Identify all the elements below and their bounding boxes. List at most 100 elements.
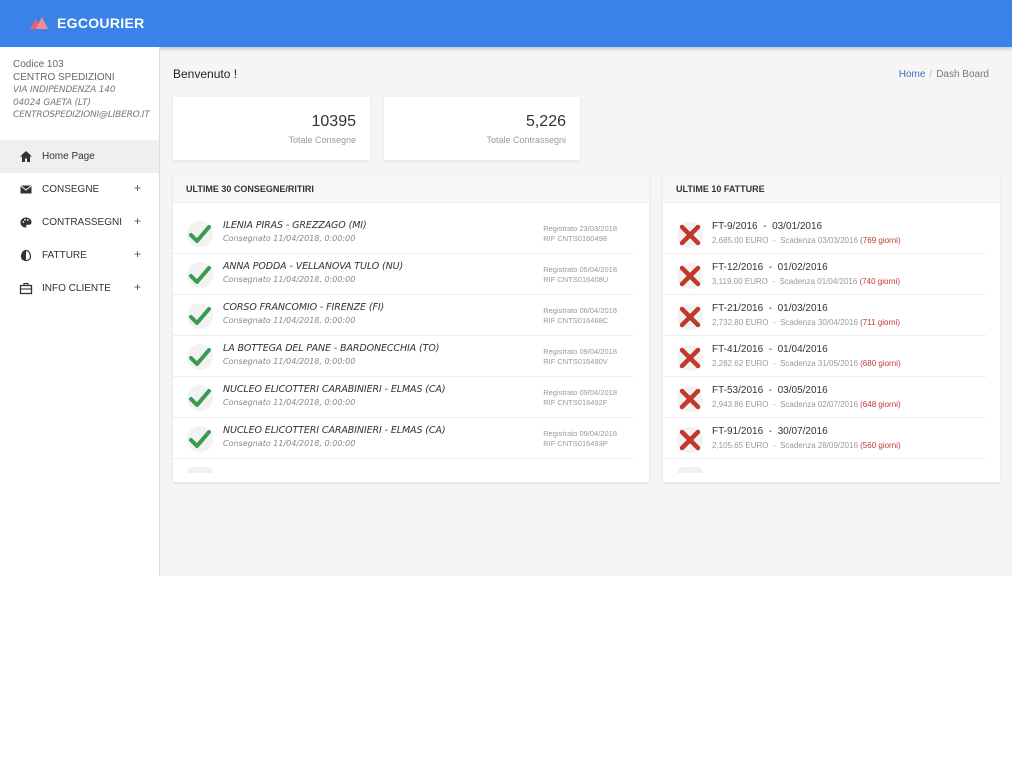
recipient-name: LA BOTTEGA DEL PANE - BARDONECCHIA (TO) [223, 343, 440, 354]
sub-separator: - [772, 277, 776, 286]
invoice-row[interactable]: FT-41/2016 - 01/04/2016 2,282.62 EURO - S… [663, 336, 986, 377]
delivery-status: Consegnato 11/04/2018, 0:00:00 [223, 234, 356, 243]
sub-separator: - [772, 441, 776, 450]
check-icon [187, 303, 213, 329]
sidebar-item-home-page[interactable]: Home Page [0, 140, 159, 173]
contrast-icon [19, 249, 33, 262]
registered-date: Registrato 23/03/2018 [543, 224, 617, 233]
stat-card-cod: 5,226 Totale Contrassegni [384, 97, 580, 160]
invoices-list: FT-9/2016 - 03/01/2016 2,685.00 EURO - Sc… [663, 213, 1000, 473]
invoice-date: 01/04/2016 [777, 344, 828, 355]
delivery-status: Consegnato 11/04/2018, 0:00:00 [223, 275, 356, 284]
brand-name[interactable]: EGCOURIER [57, 15, 145, 31]
breadcrumb-current: Dash Board [936, 69, 989, 80]
list-fade [677, 467, 703, 473]
delivery-row[interactable]: ILENIA PIRAS - GREZZAGO (MI) Consegnato 1… [173, 213, 633, 254]
delivery-status: Consegnato 11/04/2018, 0:00:00 [223, 398, 356, 407]
invoice-number: FT-41/2016 [712, 344, 764, 355]
delivery-row[interactable]: NUCLEO ELICOTTERI CARABINIERI - ELMAS (C… [173, 418, 633, 459]
sidebar-item-label: Home Page [42, 151, 95, 162]
client-address: VIA INDIPENDENZA 140 [13, 85, 116, 95]
sidebar-item-fatture[interactable]: FATTURE + [0, 239, 159, 272]
invoice-row[interactable]: FT-53/2016 - 03/05/2016 2,943.86 EURO - S… [663, 377, 986, 418]
delivery-row[interactable]: LA BOTTEGA DEL PANE - BARDONECCHIA (TO) C… [173, 336, 633, 377]
title-separator: - [768, 426, 773, 437]
invoice-details: 2,732.80 EURO - Scadenza 30/04/2016 (711… [712, 318, 900, 327]
invoice-amount: 3,119.00 EURO [712, 277, 768, 286]
sidebar-item-info-cliente[interactable]: INFO CLIENTE + [0, 272, 159, 305]
invoice-row[interactable]: FT-21/2016 - 01/03/2016 2,732.80 EURO - S… [663, 295, 986, 336]
expand-icon[interactable]: + [134, 214, 141, 228]
stat-value: 10395 [311, 113, 357, 130]
client-info: Codice 103 CENTRO SPEDIZIONI VIA INDIPEN… [0, 47, 159, 140]
invoice-date: 01/03/2016 [777, 303, 828, 314]
title-separator: - [768, 262, 773, 273]
invoice-details: 2,943.86 EURO - Scadenza 02/07/2016 (648… [712, 400, 901, 409]
invoice-row[interactable]: FT-12/2016 - 01/02/2016 3,119.00 EURO - S… [663, 254, 986, 295]
expand-icon[interactable]: + [134, 280, 141, 294]
stat-value: 5,226 [525, 113, 566, 130]
invoice-due-date: Scadenza 01/04/2016 [779, 277, 858, 286]
unpaid-x-icon [677, 345, 703, 371]
invoice-details: 2,685.00 EURO - Scadenza 03/03/2016 (769… [712, 236, 901, 245]
envelope-icon [19, 183, 33, 196]
expand-icon[interactable]: + [134, 247, 141, 261]
sidebar-item-consegne[interactable]: CONSEGNE + [0, 173, 159, 206]
deliveries-panel: ULTIME 30 CONSEGNE/RITIRI ILENIA PIRAS -… [173, 174, 649, 482]
breadcrumb: Home / Dash Board [899, 69, 989, 80]
invoice-title: FT-53/2016 - 03/05/2016 [712, 385, 828, 396]
invoice-due-date: Scadenza 02/07/2016 [780, 400, 858, 409]
delivery-row[interactable]: CORSO FRANCOMIO - FIRENZE (FI) Consegnato… [173, 295, 633, 336]
invoice-number: FT-12/2016 [712, 262, 764, 273]
sub-separator: - [772, 318, 776, 327]
delivery-meta: Registrato 05/04/2018 RIF CNTS016408U [543, 265, 617, 285]
invoice-number: FT-9/2016 [712, 221, 758, 232]
overdue-days: (769 giorni) [860, 236, 901, 245]
check-icon [187, 426, 213, 452]
invoice-due-date: Scadenza 31/05/2016 [780, 359, 858, 368]
reference-code: RIF CNTS016492F [543, 398, 608, 407]
invoice-number: FT-21/2016 [712, 303, 764, 314]
reference-code: RIF CNTS016468C [543, 316, 609, 325]
delivery-row[interactable]: ANNA PODDA - VELLANOVA TULO (NU) Consegna… [173, 254, 633, 295]
invoice-date: 01/02/2016 [777, 262, 828, 273]
delivery-meta: Registrato 09/04/2018 RIF CNTS016490V [543, 347, 617, 367]
unpaid-x-icon [677, 386, 703, 412]
overdue-days: (680 giorni) [860, 359, 901, 368]
overdue-days: (711 giorni) [860, 318, 901, 327]
list-fade [187, 467, 213, 473]
expand-icon[interactable]: + [134, 181, 141, 195]
delivery-status: Consegnato 11/04/2018, 0:00:00 [223, 357, 356, 366]
reference-code: RIF CNTS016490V [543, 357, 608, 366]
invoice-amount: 2,685.00 EURO [712, 236, 769, 245]
sidebar-item-contrassegni[interactable]: CONTRASSEGNI + [0, 206, 159, 239]
breadcrumb-home[interactable]: Home [899, 69, 926, 80]
delivery-row[interactable]: NUCLEO ELICOTTERI CARABINIERI - ELMAS (C… [173, 377, 633, 418]
recipient-name: ANNA PODDA - VELLANOVA TULO (NU) [223, 261, 404, 272]
invoice-title: FT-21/2016 - 01/03/2016 [712, 303, 828, 314]
top-bar: EGCOURIER [0, 0, 1012, 47]
sub-separator: - [772, 359, 776, 368]
sub-separator: - [772, 236, 776, 245]
stat-label: Totale Consegne [288, 135, 356, 145]
invoice-amount: 2,732.80 EURO [712, 318, 769, 327]
sidebar: Codice 103 CENTRO SPEDIZIONI VIA INDIPEN… [0, 47, 160, 576]
client-email: CENTROSPEDIZIONI@LIBERO.IT [13, 110, 150, 120]
stat-card-deliveries: 10395 Totale Consegne [173, 97, 370, 160]
palette-icon [19, 216, 33, 229]
unpaid-x-icon [677, 304, 703, 330]
reference-code: RIF CNTS0160498 [543, 234, 607, 243]
overdue-days: (740 giorni) [859, 277, 901, 286]
recipient-name: CORSO FRANCOMIO - FIRENZE (FI) [223, 302, 385, 313]
panel-title: ULTIME 30 CONSEGNE/RITIRI [173, 174, 649, 203]
home-icon [19, 150, 33, 163]
registered-date: Registrato 05/04/2018 [543, 265, 617, 274]
invoice-row[interactable]: FT-91/2016 - 30/07/2016 2,105.65 EURO - S… [663, 418, 986, 459]
invoice-due-date: Scadenza 03/03/2016 [780, 236, 858, 245]
recipient-name: ILENIA PIRAS - GREZZAGO (MI) [223, 220, 367, 231]
sidebar-item-label: CONSEGNE [42, 184, 100, 195]
breadcrumb-separator: / [929, 69, 933, 80]
invoice-row[interactable]: FT-9/2016 - 03/01/2016 2,685.00 EURO - Sc… [663, 213, 986, 254]
title-separator: - [768, 385, 773, 396]
app-window: EGCOURIER Codice 103 CENTRO SPEDIZIONI V… [0, 0, 1012, 576]
